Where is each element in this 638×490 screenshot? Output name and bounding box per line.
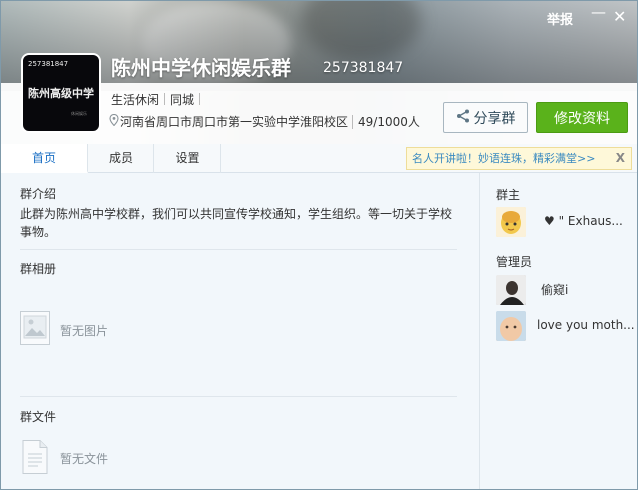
owner-avatar[interactable] bbox=[496, 207, 526, 237]
minimize-button[interactable]: — bbox=[591, 3, 606, 21]
intro-text: 此群为陈州高中学校群，我们可以共同宣传学校通知，学生组织。等一切关于学校事物。 bbox=[20, 207, 453, 239]
group-profile-window: 举报 — ✕ 257381847 陈州高级中学 休闲娱乐 陈州中学休闲娱乐群 2… bbox=[0, 0, 638, 490]
admin-name[interactable]: 偷窥i bbox=[541, 281, 636, 298]
album-empty-label: 暂无图片 bbox=[60, 324, 109, 338]
member-count: 49/1000人 bbox=[352, 115, 420, 129]
tag-local[interactable]: 同城 bbox=[170, 93, 194, 107]
group-avatar[interactable]: 257381847 陈州高级中学 休闲娱乐 bbox=[21, 53, 101, 133]
admin-title: 管理员 bbox=[496, 255, 533, 269]
admin-avatar[interactable] bbox=[496, 311, 526, 341]
close-button[interactable]: ✕ bbox=[613, 7, 626, 26]
section-divider bbox=[20, 249, 457, 250]
tab-members[interactable]: 成员 bbox=[89, 144, 154, 173]
image-placeholder-icon bbox=[20, 311, 50, 345]
group-name: 陈州中学休闲娱乐群 bbox=[111, 56, 291, 80]
album-title[interactable]: 群相册 bbox=[20, 260, 56, 277]
group-tags: 生活休闲 同城 bbox=[111, 91, 205, 108]
section-divider bbox=[20, 396, 457, 397]
share-group-label: 分享群 bbox=[473, 110, 516, 127]
group-id: 257381847 bbox=[323, 60, 404, 76]
location-text: 河南省周口市周口市第一实验中学淮阳校区 bbox=[120, 115, 349, 129]
share-group-button[interactable]: 分享群 bbox=[443, 102, 528, 133]
report-button[interactable]: 举报 bbox=[547, 9, 573, 28]
files-empty-label: 暂无文件 bbox=[60, 452, 109, 466]
tag-divider bbox=[199, 93, 201, 105]
notice-close-button[interactable]: X bbox=[616, 148, 625, 169]
avatar-main-text: 陈州高级中学 bbox=[28, 87, 94, 100]
owner-title: 群主 bbox=[496, 188, 521, 202]
profile-header: 举报 — ✕ 257381847 陈州高级中学 休闲娱乐 陈州中学休闲娱乐群 2… bbox=[1, 1, 637, 144]
file-placeholder-icon bbox=[20, 440, 50, 474]
tab-home[interactable]: 首页 bbox=[1, 144, 88, 173]
avatar-small-text: 休闲娱乐 bbox=[71, 111, 87, 116]
intro-title: 群介绍 bbox=[20, 187, 57, 201]
group-location: 河南省周口市周口市第一实验中学淮阳校区 49/1000人 bbox=[109, 113, 420, 130]
location-pin-icon bbox=[109, 113, 120, 129]
owner-name[interactable]: ♥ " Exhaus... bbox=[544, 214, 636, 228]
member-sidebar: 群主 ♥ " Exhaus... 管理员 偷窥i love you moth..… bbox=[479, 173, 637, 489]
tag-divider bbox=[164, 93, 166, 105]
share-icon bbox=[456, 109, 470, 127]
notice-banner[interactable]: 名人开讲啦！妙语连珠，精彩满堂>> X bbox=[406, 147, 632, 170]
main-content: 群介绍 此群为陈州高中学校群，我们可以共同宣传学校通知，学生组织。等一切关于学校… bbox=[1, 173, 479, 489]
tag-lifestyle[interactable]: 生活休闲 bbox=[111, 93, 159, 107]
notice-text[interactable]: 名人开讲啦！妙语连珠，精彩满堂>> bbox=[412, 152, 595, 165]
avatar-id-text: 257381847 bbox=[28, 60, 69, 68]
admin-name[interactable]: love you moth... bbox=[537, 318, 637, 332]
files-title[interactable]: 群文件 bbox=[20, 408, 56, 425]
edit-profile-button[interactable]: 修改资料 bbox=[536, 102, 628, 133]
admin-avatar[interactable] bbox=[496, 275, 526, 305]
tab-settings[interactable]: 设置 bbox=[155, 144, 221, 173]
